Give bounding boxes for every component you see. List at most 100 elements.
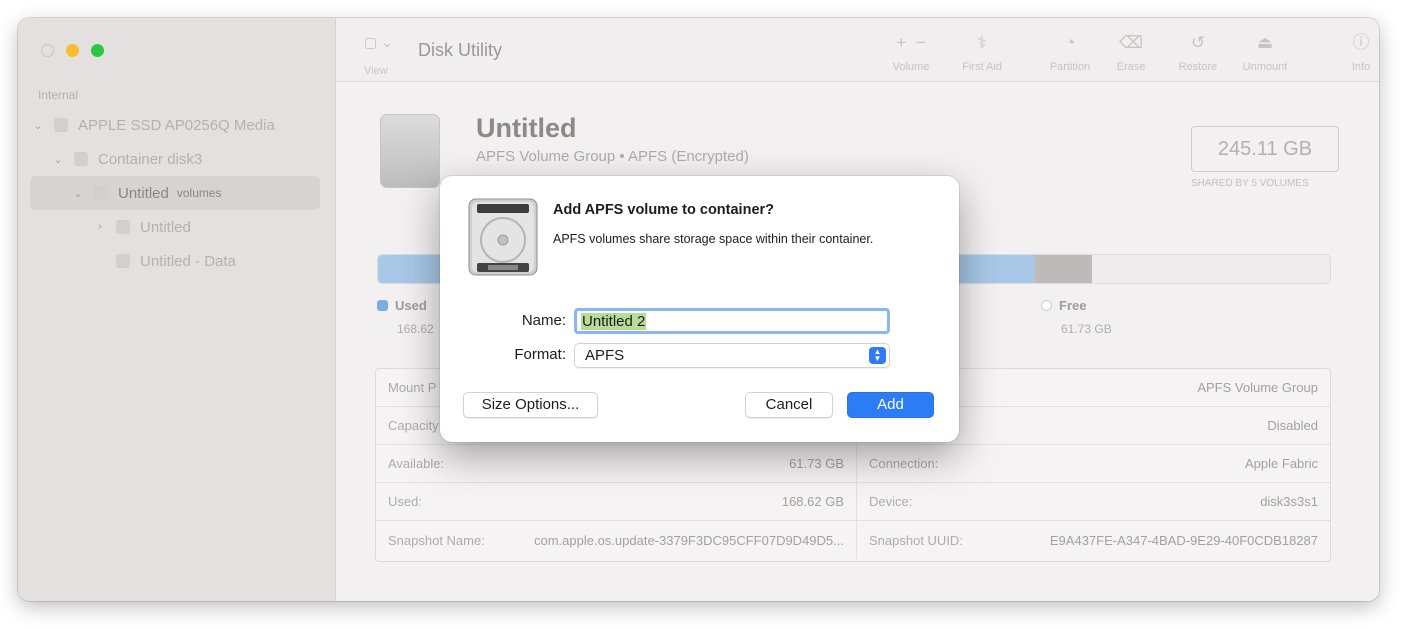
usage-bar-other [1034, 255, 1092, 283]
volume-icon [116, 220, 130, 234]
info-value: APFS Volume Group [1197, 380, 1318, 395]
info-device: Device: disk3s3s1 [857, 483, 1330, 521]
close-window-button[interactable] [41, 44, 54, 57]
legend-used: Used 168.62 [377, 298, 434, 336]
info-label: Available: [388, 456, 445, 471]
sidebar-item-label: Untitled [118, 184, 169, 202]
first-aid-label: First Aid [962, 61, 1002, 73]
volume-name-value[interactable]: Untitled 2 [581, 312, 647, 330]
restore-icon: ↺ [1190, 33, 1206, 52]
first-aid-button[interactable]: ⚕ First Aid [954, 33, 1010, 73]
sidebar-item-badge: volumes [176, 186, 222, 200]
volume-size-caption: SHARED BY 5 VOLUMES [1191, 178, 1309, 189]
sidebar-item-label: Container disk3 [98, 150, 203, 168]
legend-free-label: Free [1059, 298, 1087, 313]
sidebar-section-internal: Internal [38, 88, 79, 102]
info-label: Device: [869, 494, 913, 509]
app-title: Disk Utility [418, 40, 502, 60]
info-label: Snapshot UUID: [869, 532, 963, 548]
view-label: View [364, 65, 388, 77]
dialog-message: APFS volumes share storage space within … [553, 232, 874, 246]
sidebar: Internal ⌄ APPLE SSD AP0256Q Media ⌄ Con… [18, 18, 336, 601]
eject-icon: ⏏ [1256, 33, 1274, 52]
disk-icon [54, 118, 68, 132]
volume-name-field[interactable]: Untitled 2 [574, 308, 890, 334]
used-swatch [377, 300, 388, 311]
info-label: Used: [388, 494, 422, 509]
name-label: Name: [521, 312, 566, 329]
volume-size: 245.11 GB [1191, 126, 1339, 172]
volume-drive-icon [380, 114, 440, 188]
info-label: Info [1351, 61, 1371, 73]
info-value: com.apple.os.update-3379F3DC95CFF07D9D49… [533, 532, 844, 548]
erase-button[interactable]: ⌫ Erase [1106, 33, 1156, 73]
format-label: Format: [514, 346, 566, 363]
add-button[interactable]: Add [847, 392, 934, 418]
info-connection: Connection: Apple Fabric [857, 445, 1330, 483]
plus-minus-icon: + − [896, 33, 926, 52]
format-select[interactable]: APFS ▲ ▼ [574, 343, 890, 368]
info-snapshot-uuid: Snapshot UUID: E9A437FE-A347-4BAD-9E29-40… [857, 521, 1330, 559]
container-icon [74, 152, 88, 166]
sidebar-item-container[interactable]: ⌄ Container disk3 [50, 142, 202, 176]
legend-free-value: 61.73 GB [1061, 322, 1112, 336]
restore-button[interactable]: ↺ Restore [1170, 33, 1226, 73]
info-value: disk3s3s1 [1260, 494, 1318, 509]
chevron-right-icon[interactable]: › [92, 221, 108, 233]
chevron-down-icon[interactable]: ⌄ [70, 187, 86, 200]
sidebar-item-disk[interactable]: ⌄ APPLE SSD AP0256Q Media [30, 108, 275, 142]
info-icon: ⓘ [1352, 33, 1370, 52]
up-down-chevron-icon: ▲ ▼ [869, 347, 886, 364]
info-label: Mount P [388, 380, 437, 395]
info-available: Available: 61.73 GB [376, 445, 857, 483]
erase-icon: ⌫ [1118, 33, 1144, 52]
info-value: Disabled [1267, 418, 1318, 433]
stethoscope-icon: ⚕ [977, 33, 987, 52]
chevron-down-icon[interactable]: ⌄ [50, 153, 66, 166]
volume-icon [116, 254, 130, 268]
info-value: 168.62 GB [781, 494, 844, 509]
info-label: Capacity [388, 418, 439, 433]
partition-button[interactable]: ◔ Partition [1042, 33, 1098, 73]
legend-used-label: Used [395, 298, 427, 313]
volume-subtitle: APFS Volume Group • APFS (Encrypted) [476, 148, 749, 165]
zoom-window-button[interactable] [91, 44, 104, 57]
volume-title: Untitled [476, 113, 577, 143]
chevron-down-icon[interactable]: ⌄ [30, 119, 46, 132]
erase-label: Erase [1116, 61, 1146, 73]
sidebar-item-untitled-volumes[interactable]: ⌄ Untitled volumes [30, 176, 320, 210]
info-label: Snapshot Name: [388, 532, 485, 548]
format-select-value: APFS [585, 347, 625, 364]
info-value: Apple Fabric [1245, 456, 1318, 471]
volume-label: Volume [892, 61, 930, 73]
sidebar-item-untitled[interactable]: › Untitled [92, 210, 191, 244]
pie-chart-icon: ◔ [1064, 33, 1076, 52]
info-value: E9A437FE-A347-4BAD-9E29-40F0CDB18287 [1049, 532, 1318, 548]
legend-used-value: 168.62 [397, 322, 434, 336]
info-value: 61.73 GB [789, 456, 844, 471]
info-button[interactable]: ⓘ Info [1344, 33, 1378, 73]
minimize-window-button[interactable] [66, 44, 79, 57]
sidebar-item-label: APPLE SSD AP0256Q Media [78, 116, 275, 134]
sidebar-item-untitled-data[interactable]: Untitled - Data [108, 244, 236, 278]
toolbar: ▢ ⌄ View Disk Utility + − Volume ⚕ First… [336, 18, 1379, 82]
hard-drive-icon [468, 198, 538, 276]
sidebar-toggle-icon[interactable]: ▢ ⌄ [364, 34, 393, 51]
size-options-button[interactable]: Size Options... [463, 392, 598, 418]
unmount-label: Unmount [1242, 61, 1288, 73]
info-snapshot-name: Snapshot Name: com.apple.os.update-3379F3… [376, 521, 857, 559]
restore-label: Restore [1178, 61, 1218, 73]
legend-free: Free 61.73 GB [1041, 298, 1112, 336]
sidebar-item-label: Untitled - Data [140, 252, 236, 270]
sidebar-item-label: Untitled [140, 218, 191, 236]
info-used: Used: 168.62 GB [376, 483, 857, 521]
volume-button[interactable]: + − Volume [884, 33, 938, 73]
info-label: Connection: [869, 456, 939, 471]
free-swatch [1041, 300, 1052, 311]
cancel-button[interactable]: Cancel [745, 392, 833, 418]
dialog-title: Add APFS volume to container? [553, 202, 775, 218]
partition-label: Partition [1049, 61, 1091, 73]
volume-icon [94, 186, 108, 200]
add-volume-dialog: Add APFS volume to container? APFS volum… [440, 176, 959, 442]
unmount-button[interactable]: ⏏ Unmount [1232, 33, 1298, 73]
